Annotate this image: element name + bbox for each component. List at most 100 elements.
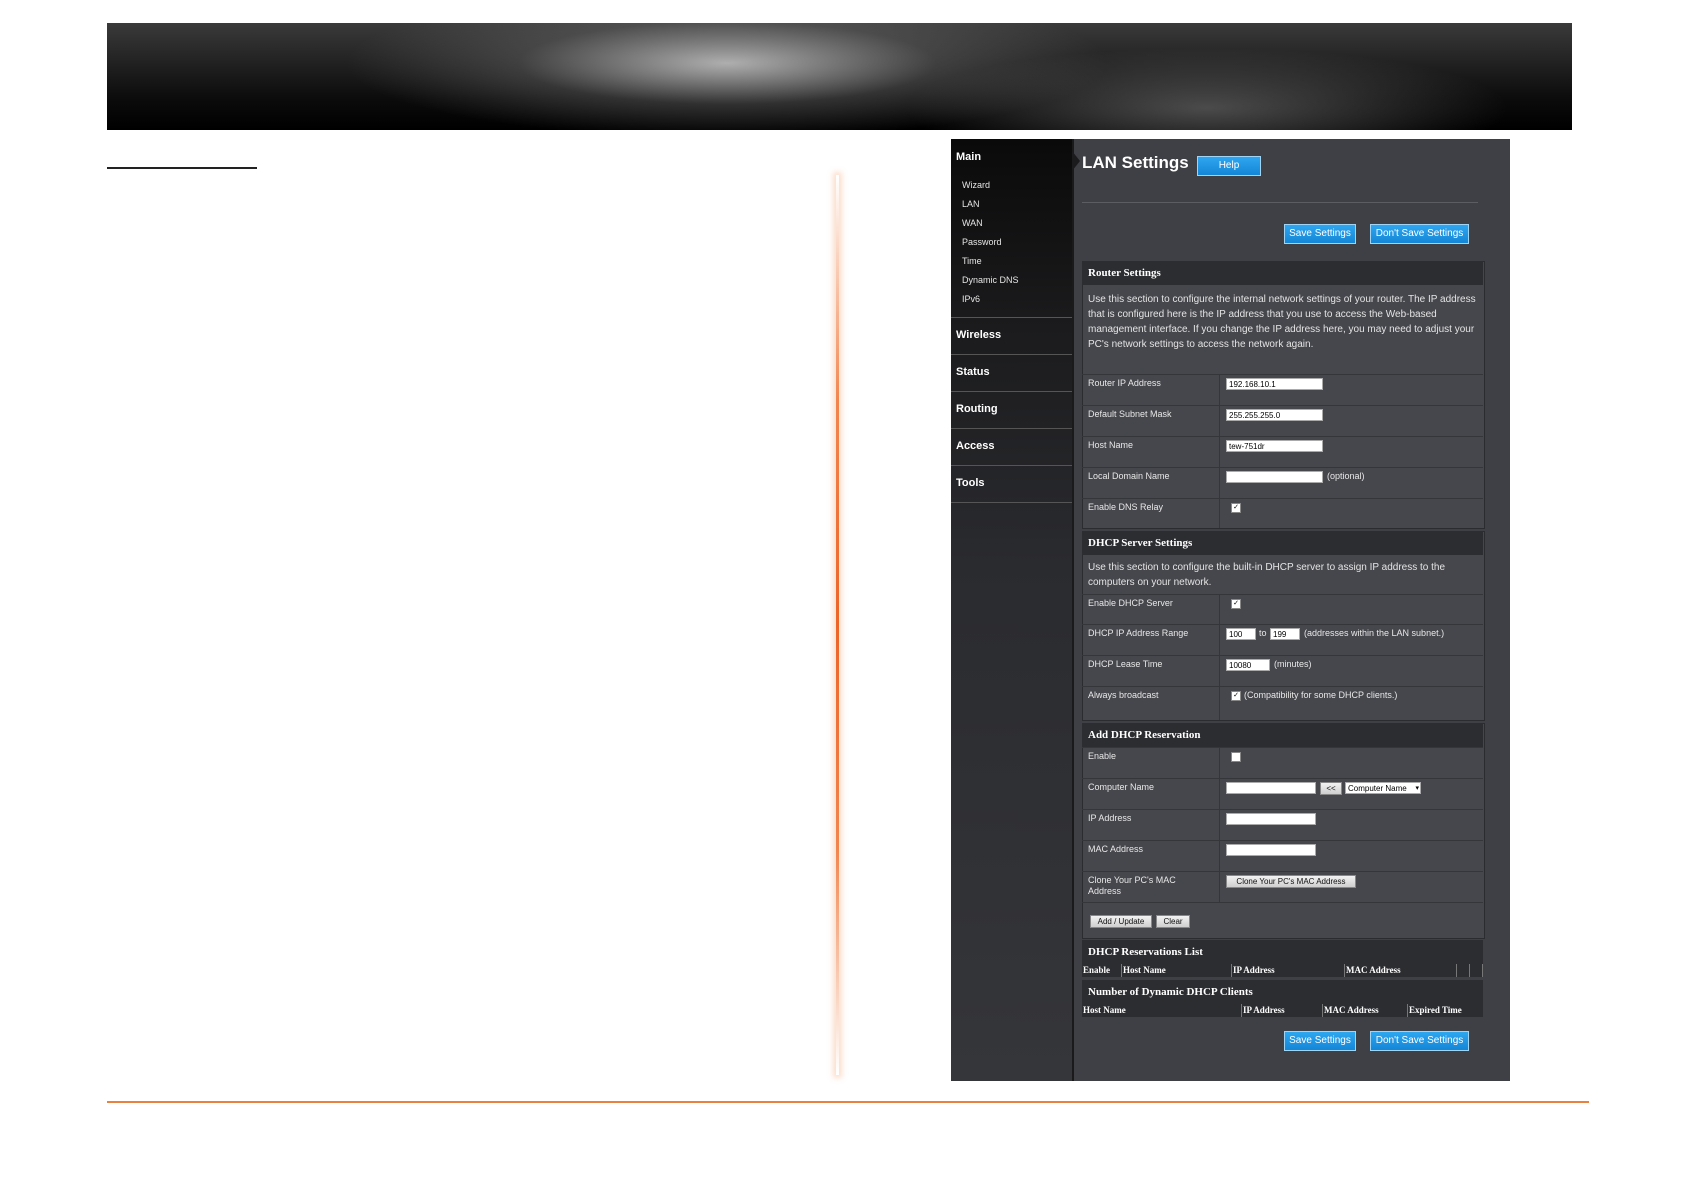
clone-mac-label: Clone Your PC's MAC Address bbox=[1088, 875, 1176, 896]
help-button[interactable]: Help bbox=[1197, 156, 1261, 176]
enable-dhcp-label: Enable DHCP Server bbox=[1088, 598, 1173, 608]
dont-save-settings-button-top[interactable]: Don't Save Settings bbox=[1370, 224, 1469, 244]
host-name-input[interactable]: tew-751dr bbox=[1226, 440, 1323, 452]
clear-button[interactable]: Clear bbox=[1156, 915, 1190, 928]
reservation-ip-label: IP Address bbox=[1088, 813, 1132, 823]
dynamic-clients-table-head: Host Name IP Address MAC Address Expired… bbox=[1082, 1004, 1483, 1017]
always-broadcast-checkbox[interactable]: ✓ bbox=[1231, 691, 1241, 701]
title-underline bbox=[107, 167, 257, 169]
router-settings-description: Use this section to configure the intern… bbox=[1088, 294, 1476, 350]
nav-item-lan[interactable]: LAN bbox=[962, 199, 980, 209]
row-reservation-actions: Add / Update Clear bbox=[1082, 902, 1483, 938]
row-always-broadcast: Always broadcast ✓ (Compatibility for so… bbox=[1082, 686, 1483, 720]
enable-dhcp-checkbox[interactable]: ✓ bbox=[1231, 599, 1241, 609]
nav-item-wizard[interactable]: Wizard bbox=[962, 180, 990, 190]
always-broadcast-label: Always broadcast bbox=[1088, 690, 1159, 700]
row-lease-time: DHCP Lease Time 10080 (minutes) bbox=[1082, 655, 1483, 687]
row-dhcp-range: DHCP IP Address Range 100 to 199 (addres… bbox=[1082, 624, 1483, 656]
save-settings-button-top[interactable]: Save Settings bbox=[1284, 224, 1356, 244]
nav-item-ipv6[interactable]: IPv6 bbox=[962, 294, 980, 304]
reservation-ip-input[interactable] bbox=[1226, 813, 1316, 825]
dns-relay-checkbox[interactable]: ✓ bbox=[1231, 503, 1241, 513]
page-title: LAN Settings bbox=[1082, 153, 1189, 172]
nav-item-time[interactable]: Time bbox=[962, 256, 982, 266]
dont-save-settings-button-bottom[interactable]: Don't Save Settings bbox=[1370, 1031, 1469, 1051]
row-clone-mac: Clone Your PC's MAC Address Clone Your P… bbox=[1082, 871, 1483, 903]
col-client-ip-address: IP Address bbox=[1242, 1004, 1323, 1017]
nav-access-label: Access bbox=[956, 440, 995, 452]
reservation-mac-input[interactable] bbox=[1226, 844, 1316, 856]
reservation-mac-label: MAC Address bbox=[1088, 844, 1144, 854]
row-dns-relay: Enable DNS Relay ✓ bbox=[1082, 498, 1483, 528]
col-blank-2 bbox=[1470, 964, 1483, 977]
footer-line bbox=[107, 1101, 1589, 1103]
title-divider bbox=[1082, 202, 1478, 203]
nav-tools-label: Tools bbox=[956, 477, 985, 489]
local-domain-label: Local Domain Name bbox=[1088, 471, 1170, 481]
row-reservation-enable: Enable bbox=[1082, 747, 1483, 779]
lease-time-label: DHCP Lease Time bbox=[1088, 659, 1163, 669]
lease-time-hint: (minutes) bbox=[1274, 659, 1312, 669]
nav-section-tools[interactable]: Tools bbox=[951, 465, 1072, 503]
col-mac-address: MAC Address bbox=[1345, 964, 1457, 977]
col-enable: Enable bbox=[1082, 964, 1122, 977]
dns-relay-label: Enable DNS Relay bbox=[1088, 502, 1164, 512]
reservation-enable-checkbox[interactable] bbox=[1231, 752, 1241, 762]
row-reservation-ip: IP Address bbox=[1082, 809, 1483, 841]
dhcp-range-end-input[interactable]: 199 bbox=[1270, 628, 1300, 640]
row-enable-dhcp: Enable DHCP Server ✓ bbox=[1082, 594, 1483, 624]
computer-name-input[interactable] bbox=[1226, 782, 1316, 794]
nav-section-routing[interactable]: Routing bbox=[951, 391, 1072, 428]
row-subnet-mask: Default Subnet Mask 255.255.255.0 bbox=[1082, 405, 1483, 437]
local-domain-input[interactable] bbox=[1226, 471, 1323, 483]
chevron-down-icon: ▾ bbox=[1415, 785, 1419, 792]
add-update-button[interactable]: Add / Update bbox=[1090, 915, 1152, 928]
dhcp-range-hint: (addresses within the LAN subnet.) bbox=[1304, 628, 1445, 638]
col-host-name: Host Name bbox=[1122, 964, 1232, 977]
row-local-domain: Local Domain Name (optional) bbox=[1082, 467, 1483, 499]
row-host-name: Host Name tew-751dr bbox=[1082, 436, 1483, 468]
nav-item-wan[interactable]: WAN bbox=[962, 218, 983, 228]
router-screenshot: Main Wizard LAN WAN Password Time Dynami… bbox=[951, 139, 1510, 1081]
row-reservation-mac: MAC Address bbox=[1082, 840, 1483, 872]
clone-mac-button[interactable]: Clone Your PC's MAC Address bbox=[1226, 875, 1356, 888]
computer-name-select[interactable]: Computer Name ▾ bbox=[1345, 782, 1421, 794]
nav-section-wireless[interactable]: Wireless bbox=[951, 317, 1072, 354]
nav-item-password[interactable]: Password bbox=[962, 237, 1002, 247]
row-computer-name: Computer Name << Computer Name ▾ bbox=[1082, 778, 1483, 810]
reservations-list-table-head: Enable Host Name IP Address MAC Address bbox=[1082, 964, 1483, 977]
dynamic-clients-header: Number of Dynamic DHCP Clients bbox=[1082, 980, 1483, 1004]
reservations-list-header: DHCP Reservations List bbox=[1082, 940, 1483, 964]
reservation-header: Add DHCP Reservation bbox=[1082, 723, 1483, 747]
dhcp-server-header: DHCP Server Settings bbox=[1082, 531, 1483, 555]
col-blank-1 bbox=[1457, 964, 1470, 977]
column-divider bbox=[836, 175, 839, 1075]
nav-section-status[interactable]: Status bbox=[951, 354, 1072, 391]
nav-routing-label: Routing bbox=[956, 403, 998, 415]
sidebar-nav: Main Wizard LAN WAN Password Time Dynami… bbox=[951, 139, 1074, 1081]
col-client-host-name: Host Name bbox=[1082, 1004, 1242, 1017]
nav-status-label: Status bbox=[956, 366, 990, 378]
header-banner bbox=[107, 23, 1572, 130]
subnet-mask-input[interactable]: 255.255.255.0 bbox=[1226, 409, 1323, 421]
computer-name-label: Computer Name bbox=[1088, 782, 1155, 792]
router-ip-label: Router IP Address bbox=[1088, 378, 1161, 388]
reservation-enable-label: Enable bbox=[1088, 751, 1117, 761]
router-settings-header: Router Settings bbox=[1082, 261, 1483, 285]
nav-main[interactable]: Main bbox=[956, 151, 981, 163]
router-ip-input[interactable]: 192.168.10.1 bbox=[1226, 378, 1323, 390]
col-client-mac-address: MAC Address bbox=[1323, 1004, 1408, 1017]
lease-time-input[interactable]: 10080 bbox=[1226, 659, 1270, 671]
col-ip-address: IP Address bbox=[1232, 964, 1345, 977]
subnet-mask-label: Default Subnet Mask bbox=[1088, 409, 1172, 419]
save-settings-button-bottom[interactable]: Save Settings bbox=[1284, 1031, 1356, 1051]
nav-section-access[interactable]: Access bbox=[951, 428, 1072, 465]
dhcp-range-start-input[interactable]: 100 bbox=[1226, 628, 1256, 640]
local-domain-hint: (optional) bbox=[1327, 471, 1365, 481]
computer-name-copy-button[interactable]: << bbox=[1320, 782, 1342, 795]
host-name-label: Host Name bbox=[1088, 440, 1134, 450]
main-content: LAN Settings Help Save Settings Don't Sa… bbox=[1074, 139, 1510, 1081]
nav-wireless-label: Wireless bbox=[956, 329, 1002, 341]
col-client-expired-time: Expired Time bbox=[1409, 1005, 1462, 1015]
nav-item-dynamic-dns[interactable]: Dynamic DNS bbox=[962, 275, 1019, 285]
